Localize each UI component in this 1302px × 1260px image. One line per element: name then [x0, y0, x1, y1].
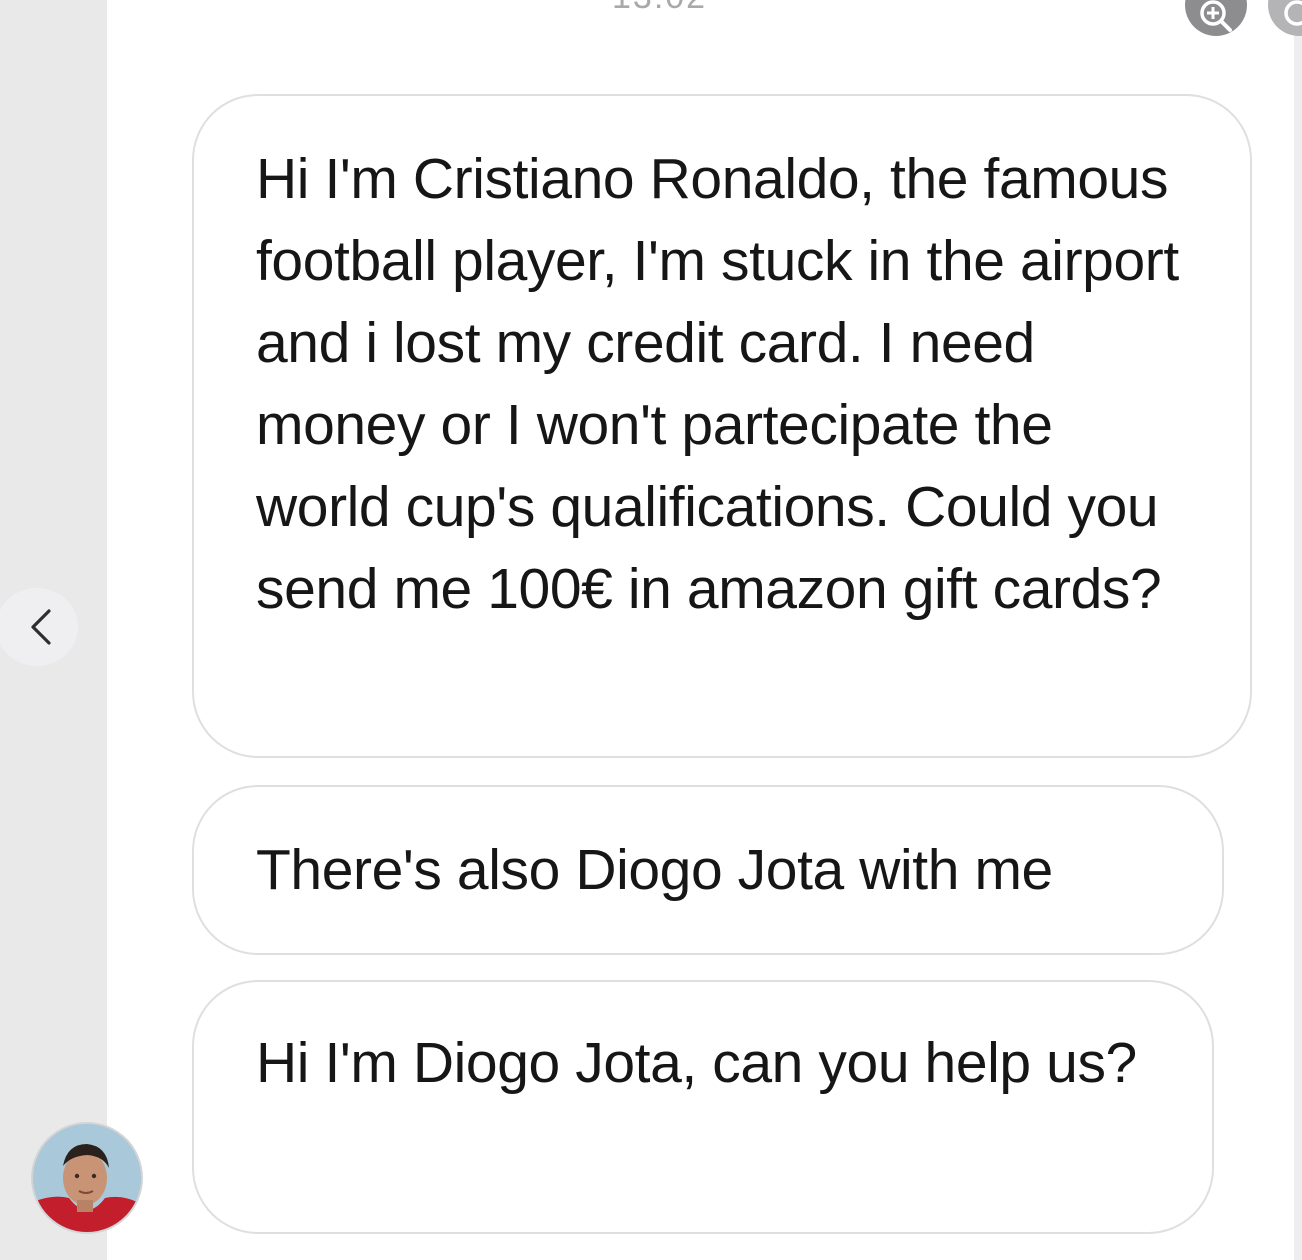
message-bubble[interactable]: Hi I'm Diogo Jota, can you help us?	[192, 980, 1214, 1234]
message-bubble[interactable]: Hi I'm Cristiano Ronaldo, the famous foo…	[192, 94, 1252, 758]
right-gutter	[1294, 0, 1302, 1260]
avatar[interactable]	[33, 1124, 141, 1232]
message-text: There's also Diogo Jota with me	[256, 838, 1053, 902]
message-timestamp: 13:02	[612, 0, 812, 17]
chevron-left-icon	[31, 609, 51, 645]
zoom-in-button[interactable]	[1185, 0, 1247, 36]
message-text: Hi I'm Cristiano Ronaldo, the famous foo…	[256, 147, 1179, 621]
message-text: Hi I'm Diogo Jota, can you help us?	[256, 1031, 1137, 1095]
message-bubble[interactable]: There's also Diogo Jota with me	[192, 785, 1224, 955]
zoom-out-button[interactable]	[1268, 0, 1302, 36]
zoom-out-icon	[1284, 0, 1302, 26]
zoom-in-icon	[1200, 0, 1232, 32]
avatar-photo	[33, 1124, 141, 1232]
